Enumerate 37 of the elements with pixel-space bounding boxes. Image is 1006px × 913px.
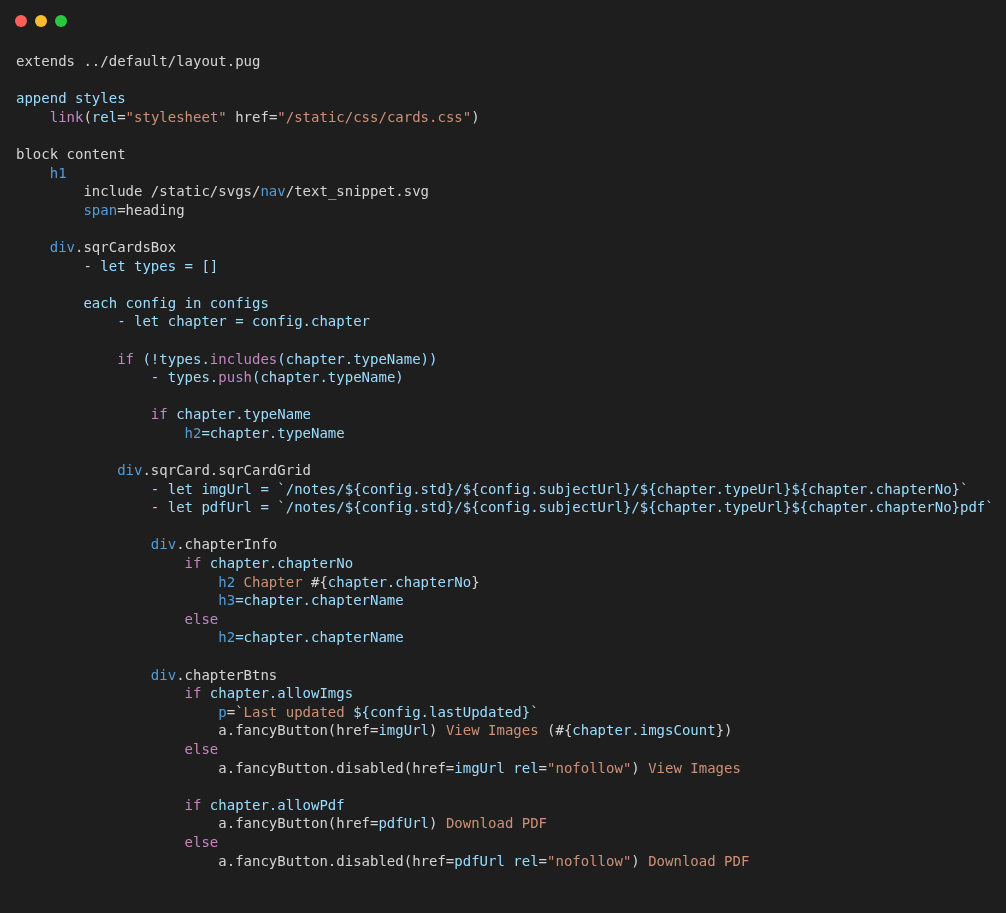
- code-line: h2=chapter.typeName: [184, 423, 345, 443]
- code-line: span=heading: [83, 200, 185, 220]
- code-line: a.fancyButton.disabled(href=pdfUrl rel="nofollow") Download PDF: [218, 851, 750, 871]
- window-control-button[interactable]: [55, 15, 67, 27]
- code-line: if chapter.allowImgs: [184, 684, 354, 703]
- code-line: h2 Chapter #{chapter.chapterNo}: [218, 572, 480, 592]
- code-line: - let imgUrl = `/notes/${config.std}/${config.subjectUrl}/${chapter.typeUrl}${chapter.chapterNo}`: [150, 479, 969, 499]
- code-line: a.fancyButton.disabled(href=imgUrl rel="nofollow") View Images: [218, 758, 741, 778]
- code-line: if (!types.includes(chapter.typeName)): [117, 349, 438, 369]
- code-line: extends ../default/layout.pug: [16, 52, 261, 71]
- code-line: p=`Last updated ${config.lastUpdated}`: [218, 702, 539, 722]
- code-line: include /static/svgs/nav/text_snippet.svg: [83, 182, 430, 201]
- code-line: h1: [49, 163, 67, 183]
- code-line: - let types = []: [83, 256, 219, 276]
- code-line: block content: [16, 144, 126, 164]
- code-line: if chapter.allowPdf: [184, 795, 345, 815]
- code-line: each config in configs: [83, 293, 269, 313]
- code-line: else: [184, 739, 219, 759]
- code-line: h2=chapter.chapterName: [218, 628, 404, 647]
- window-control-button[interactable]: [15, 15, 27, 27]
- code-line: a.fancyButton(href=imgUrl) View Images (#{chapter.imgsCount}): [218, 721, 733, 740]
- code-line: a.fancyButton(href=pdfUrl) Download PDF: [218, 814, 548, 833]
- code-line: - let chapter = config.chapter: [117, 312, 370, 331]
- code-line: if chapter.typeName: [150, 405, 311, 424]
- code-line: h3=chapter.chapterName: [218, 591, 404, 610]
- code-line: append styles: [16, 89, 126, 108]
- window-control-button[interactable]: [35, 15, 47, 27]
- code-line: - let pdfUrl = `/notes/${config.std}/${config.subjectUrl}/${chapter.typeUrl}${chapter.chapterNo}pdf`: [150, 498, 994, 517]
- code-line: div.chapterBtns: [150, 665, 278, 685]
- code-line: div.chapterInfo: [150, 535, 278, 555]
- code-line: - types.push(chapter.typeName): [150, 368, 404, 387]
- code-line: if chapter.chapterNo: [184, 554, 354, 573]
- code-line: else: [184, 609, 219, 629]
- code-line: link(rel="stylesheet" href="/static/css/cards.css"): [49, 107, 480, 127]
- code-line: else: [184, 832, 219, 852]
- code-line: div.sqrCard.sqrCardGrid: [117, 461, 311, 480]
- code-line: div.sqrCardsBox: [49, 237, 177, 257]
